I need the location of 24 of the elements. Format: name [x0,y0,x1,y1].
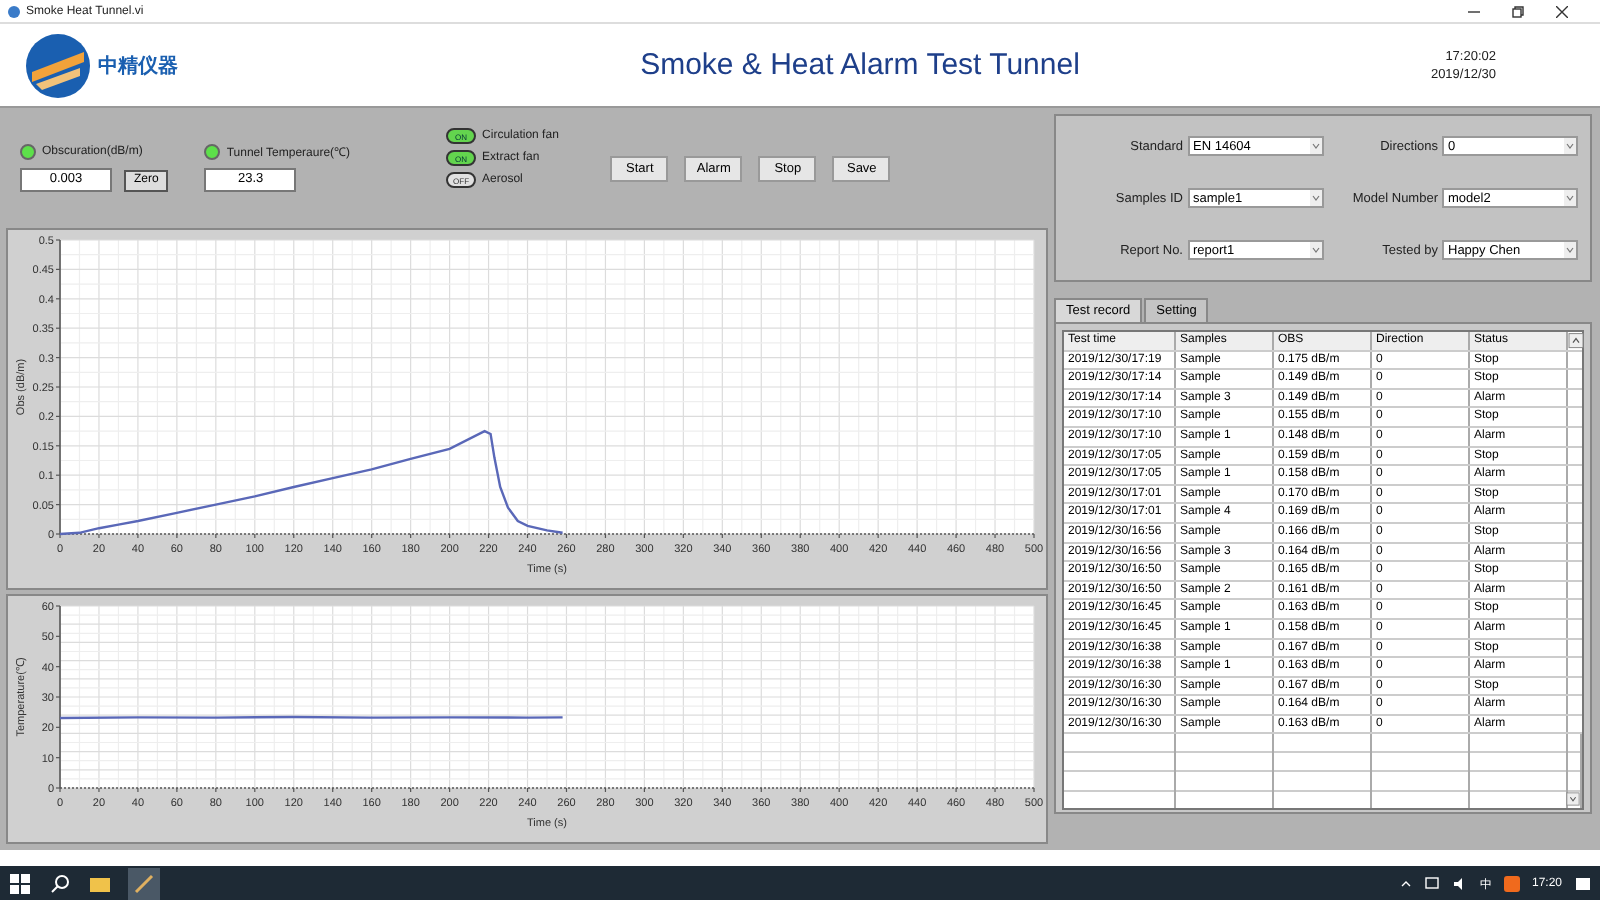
app-title: Smoke & Heat Alarm Test Tunnel [638,48,1082,82]
minimize-icon[interactable] [1468,5,1480,17]
windows-start-icon[interactable] [8,872,32,896]
folder-icon[interactable] [88,872,112,896]
app-taskbar-icon[interactable] [128,868,160,900]
restore-icon[interactable] [1512,5,1524,17]
dropdown-arrow-icon[interactable] [1564,190,1576,206]
input-method-icon[interactable] [1503,876,1520,892]
logo-icon [24,31,92,99]
speaker-icon[interactable] [1451,876,1468,892]
close-icon[interactable] [1556,5,1568,17]
logo-text: 中精仪器 [98,53,178,79]
scroll-up-icon[interactable] [1568,332,1584,350]
dropdown-arrow-icon[interactable] [1564,242,1576,258]
scroll-down-icon[interactable] [1566,792,1580,806]
network-icon[interactable] [1423,876,1440,892]
dropdown-arrow-icon[interactable] [1309,190,1321,206]
app-icon [8,5,20,17]
search-icon[interactable] [48,872,72,896]
dropdown-arrow-icon[interactable] [1309,242,1321,258]
notification-icon[interactable] [1574,875,1592,893]
caret-icon[interactable] [1399,878,1412,890]
dropdown-arrow-icon[interactable] [1564,138,1576,154]
dropdown-arrow-icon[interactable] [1309,138,1321,154]
